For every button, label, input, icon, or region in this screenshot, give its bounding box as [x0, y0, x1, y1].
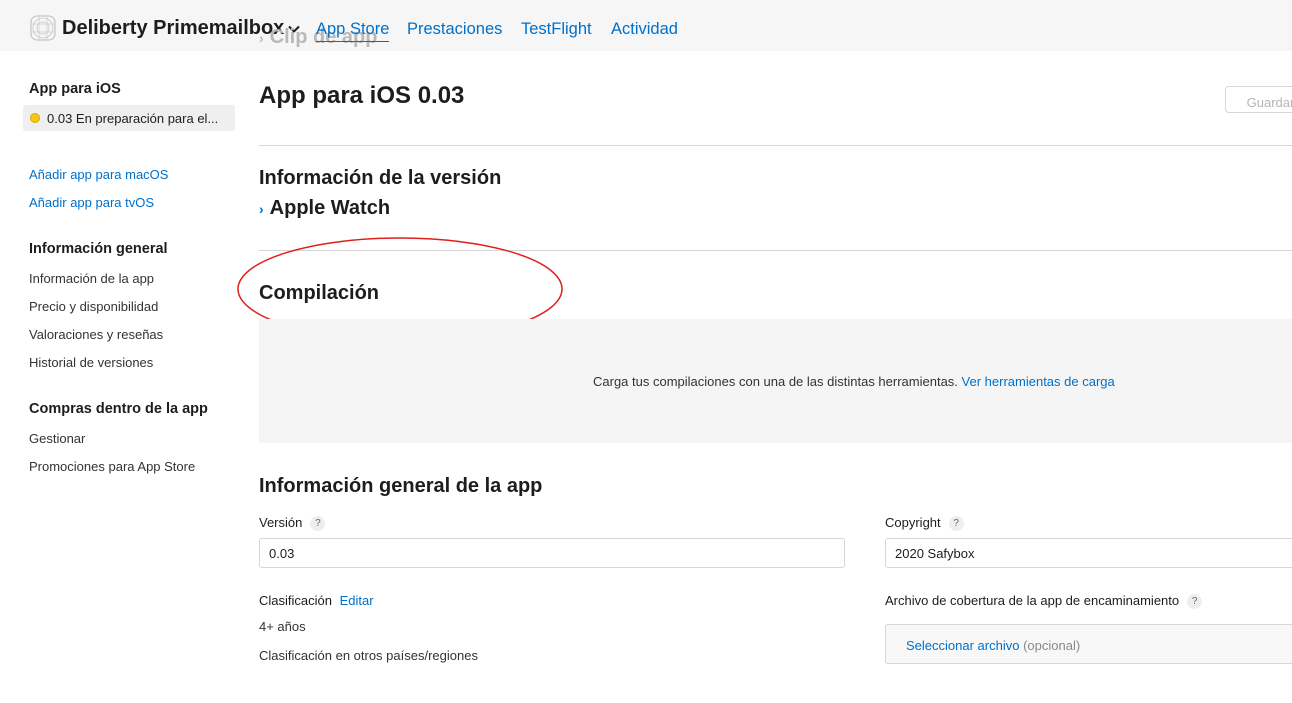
app-general-info-heading: Información general de la app — [259, 475, 543, 497]
account-name: Deliberty Primemailbox — [62, 17, 285, 39]
sidebar-heading-ios: App para iOS — [29, 81, 121, 97]
add-tvos-app-link[interactable]: Añadir app para tvOS — [29, 195, 154, 210]
optional-hint: (opcional) — [1023, 638, 1081, 653]
sidebar-heading-purchases: Compras dentro de la app — [29, 401, 208, 417]
copyright-field[interactable]: 2020 Safybox — [885, 538, 1292, 568]
tab-actividad[interactable]: Actividad — [611, 20, 678, 39]
build-heading: Compilación — [259, 282, 380, 304]
rating-edit-link[interactable]: Editar — [340, 593, 374, 608]
help-icon[interactable]: ? — [1187, 594, 1203, 609]
tab-app-store[interactable]: App Store — [316, 20, 390, 42]
routing-file-picker[interactable]: Seleccionar archivo (opcional) — [885, 624, 1292, 664]
help-icon[interactable]: ? — [310, 516, 326, 531]
save-button[interactable]: Guardar — [1225, 86, 1292, 113]
rating-label: Clasificación Editar — [259, 593, 374, 608]
sidebar-item-version[interactable]: 0.03 En preparación para el... — [23, 105, 235, 131]
sidebar-heading-general: Información general — [29, 241, 168, 257]
apple-watch-toggle[interactable]: › Apple Watch — [259, 197, 390, 220]
sidebar-item-version-history[interactable]: Historial de versiones — [29, 355, 153, 370]
app-logo-icon — [30, 15, 56, 41]
build-message: Carga tus compilaciones con una de las d… — [593, 374, 1115, 389]
tab-prestaciones[interactable]: Prestaciones — [407, 20, 502, 39]
help-icon[interactable]: ? — [948, 516, 964, 531]
divider — [259, 145, 1292, 146]
sidebar: App para iOS 0.03 En preparación para el… — [0, 51, 240, 703]
chevron-right-icon: › — [259, 201, 264, 217]
copyright-label: Copyright? — [885, 515, 964, 531]
rating-other-regions-link[interactable]: Clasificación en otros países/regiones — [259, 648, 478, 663]
select-file-link[interactable]: Seleccionar archivo — [906, 638, 1019, 653]
rating-value: 4+ años — [259, 619, 306, 634]
tab-testflight[interactable]: TestFlight — [521, 20, 592, 39]
sidebar-item-pricing[interactable]: Precio y disponibilidad — [29, 299, 158, 314]
version-field[interactable]: 0.03 — [259, 538, 845, 568]
status-dot-icon — [30, 113, 40, 123]
top-bar: Deliberty Primemailbox › Clip de app App … — [0, 0, 1292, 51]
add-macos-app-link[interactable]: Añadir app para macOS — [29, 167, 168, 182]
divider — [259, 250, 1292, 251]
sidebar-item-promotions[interactable]: Promociones para App Store — [29, 459, 195, 474]
version-label: Versión? — [259, 515, 326, 531]
sidebar-item-ratings[interactable]: Valoraciones y reseñas — [29, 327, 163, 342]
version-info-heading: Información de la versión — [259, 167, 502, 189]
routing-coverage-label: Archivo de cobertura de la app de encami… — [885, 593, 1203, 609]
sidebar-item-version-label: 0.03 En preparación para el... — [47, 111, 219, 126]
sidebar-item-app-info[interactable]: Información de la app — [29, 271, 154, 286]
page-title: App para iOS 0.03 — [259, 82, 465, 109]
sidebar-item-manage[interactable]: Gestionar — [29, 431, 85, 446]
upload-tools-link[interactable]: Ver herramientas de carga — [962, 374, 1115, 389]
